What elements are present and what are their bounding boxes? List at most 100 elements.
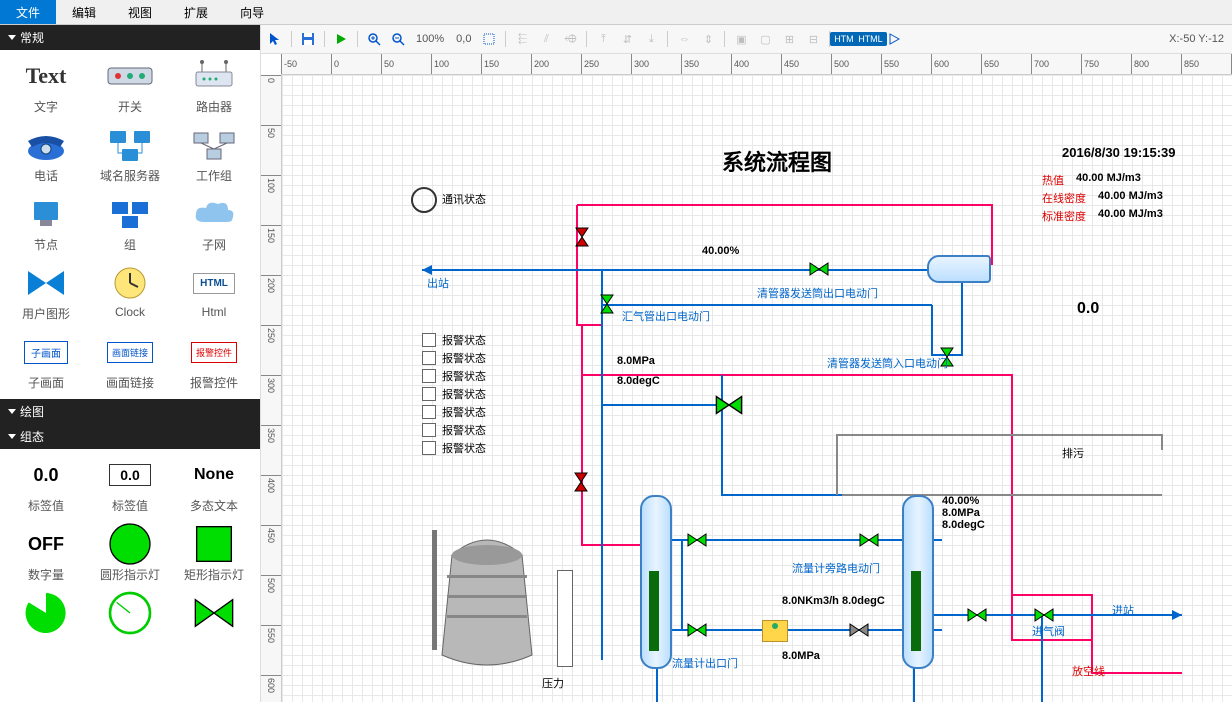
chevron-down-icon [8, 409, 16, 414]
chevron-down-icon [8, 434, 16, 439]
section-general[interactable]: 常规 [0, 25, 260, 50]
readout-val: 40.00 MJ/m3 [1098, 208, 1163, 224]
pal-switch[interactable]: 开关 [88, 58, 172, 115]
pal-extra3[interactable] [172, 595, 256, 631]
checkbox-icon[interactable] [422, 423, 436, 437]
menu-edit[interactable]: 编辑 [56, 0, 112, 24]
component-palette: 常规 Text文字 开关 路由器 电话 域名服务器 工作组 节点 组 子网 用户… [0, 25, 261, 702]
alarm-icon: 报警控件 [190, 334, 238, 370]
section-config[interactable]: 组态 [0, 424, 260, 449]
comm-status-label: 通讯状态 [442, 191, 486, 207]
top-pct: 40.00% [702, 245, 739, 257]
alarm-state-label: 报警状态 [442, 422, 486, 438]
section-label: 常规 [20, 29, 44, 46]
align-bot-button[interactable]: ⤓ [641, 29, 661, 49]
menu-wiz[interactable]: 向导 [224, 0, 280, 24]
checkbox-icon[interactable] [422, 387, 436, 401]
dist-v-button[interactable]: ⇕ [698, 29, 718, 49]
pal-subnet[interactable]: 子网 [172, 196, 256, 253]
pal-digital[interactable]: OFF数字量 [4, 526, 88, 583]
pal-router[interactable]: 路由器 [172, 58, 256, 115]
dist-h-button[interactable]: ⇔ [674, 29, 694, 49]
pal-tagval0[interactable]: 0.0标签值 [4, 457, 88, 514]
play-out-button[interactable] [884, 29, 904, 49]
pressure-gauge [557, 570, 573, 667]
ungroup-button[interactable]: ⊟ [803, 29, 823, 49]
run-button[interactable] [331, 29, 351, 49]
back-button[interactable]: ▢ [755, 29, 775, 49]
pig-receiver [927, 255, 991, 283]
canvas[interactable]: 系统流程图 2016/8/30 19:15:39 热值40.00 MJ/m3 在… [282, 75, 1232, 702]
pal-dns[interactable]: 域名服务器 [88, 127, 172, 184]
right-vals: 40.00% 8.0MPa 8.0degC [942, 495, 985, 531]
hq-out-label: 汇气管出口电动门 [622, 308, 710, 324]
pal-lampc[interactable]: 圆形指示灯 [88, 526, 172, 583]
front-button[interactable]: ▣ [731, 29, 751, 49]
subframe-icon: 子画面 [22, 334, 70, 370]
valve-in [1034, 608, 1054, 622]
pal-alarm[interactable]: 报警控件报警控件 [172, 334, 256, 391]
checkbox-icon[interactable] [422, 351, 436, 365]
valve [809, 262, 829, 276]
alarm-state-label: 报警状态 [442, 404, 486, 420]
pal-workgrp[interactable]: 工作组 [172, 127, 256, 184]
pal-text[interactable]: Text文字 [4, 58, 88, 115]
checkbox-icon[interactable] [422, 441, 436, 455]
pal-subframe[interactable]: 子画面子画面 [4, 334, 88, 391]
pal-tagval1[interactable]: 0.0标签值 [88, 457, 172, 514]
alarm-list: 报警状态报警状态报警状态报警状态报警状态报警状态报警状态 [422, 330, 486, 458]
readout-val: 40.00 MJ/m3 [1098, 190, 1163, 206]
phone-icon [22, 127, 70, 163]
workgroup-icon [190, 127, 238, 163]
align-left-button[interactable]: ⬱ [512, 29, 532, 49]
html-badge2[interactable]: HTML [860, 29, 880, 49]
zoom-out-button[interactable] [388, 29, 408, 49]
sewage-label: 排污 [1062, 445, 1084, 461]
checkbox-icon[interactable] [422, 369, 436, 383]
pal-node[interactable]: 节点 [4, 196, 88, 253]
alarm-state-label: 报警状态 [442, 386, 486, 402]
align-center-button[interactable]: ⫽ [536, 29, 556, 49]
gauge-icon [106, 595, 154, 631]
group-button[interactable]: ⊞ [779, 29, 799, 49]
align-right-button[interactable]: ⬲ [560, 29, 580, 49]
save-button[interactable] [298, 29, 318, 49]
pal-extra1[interactable] [4, 595, 88, 631]
menu-ext[interactable]: 扩展 [168, 0, 224, 24]
pal-multi[interactable]: None多态文本 [172, 457, 256, 514]
pal-usergfx[interactable]: 用户图形 [4, 265, 88, 322]
menu-file[interactable]: 文件 [0, 0, 56, 24]
pal-lampr[interactable]: 矩形指示灯 [172, 526, 256, 583]
valve [687, 533, 707, 547]
menubar: 文件 编辑 视图 扩展 向导 [0, 0, 1232, 25]
zoom-in-button[interactable] [364, 29, 384, 49]
valve [687, 623, 707, 637]
pal-clock[interactable]: Clock [88, 265, 172, 322]
pal-group[interactable]: 组 [88, 196, 172, 253]
valve [574, 472, 588, 492]
fl-out-label: 流量计出口门 [672, 655, 738, 671]
toolbar: 100% 0,0 ⬱ ⫽ ⬲ ⤒ ⇵ ⤓ ⇔ ⇕ ▣ ▢ ⊞ ⊟ H [261, 25, 1232, 54]
pal-phone[interactable]: 电话 [4, 127, 88, 184]
dns-icon [106, 127, 154, 163]
node-icon [22, 196, 70, 232]
pointer-tool[interactable] [265, 29, 285, 49]
select-all-button[interactable] [479, 29, 499, 49]
pal-extra2[interactable] [88, 595, 172, 631]
chevron-down-icon [8, 35, 16, 40]
flow-rate: 8.0NKm3/h [782, 595, 839, 607]
align-top-button[interactable]: ⤒ [593, 29, 613, 49]
multitext-icon: None [190, 457, 238, 493]
checkbox-icon[interactable] [422, 333, 436, 347]
pal-pagelink[interactable]: 画面链接画面链接 [88, 334, 172, 391]
drain-label: 放空线 [1072, 663, 1105, 679]
align-mid-button[interactable]: ⇵ [617, 29, 637, 49]
tagval-box-icon: 0.0 [106, 457, 154, 493]
comm-status-icon [411, 187, 437, 213]
pal-html[interactable]: HTMLHtml [172, 265, 256, 322]
valve [849, 623, 869, 637]
section-draw[interactable]: 绘图 [0, 399, 260, 424]
lamp-circle-icon [106, 526, 154, 562]
menu-view[interactable]: 视图 [112, 0, 168, 24]
checkbox-icon[interactable] [422, 405, 436, 419]
